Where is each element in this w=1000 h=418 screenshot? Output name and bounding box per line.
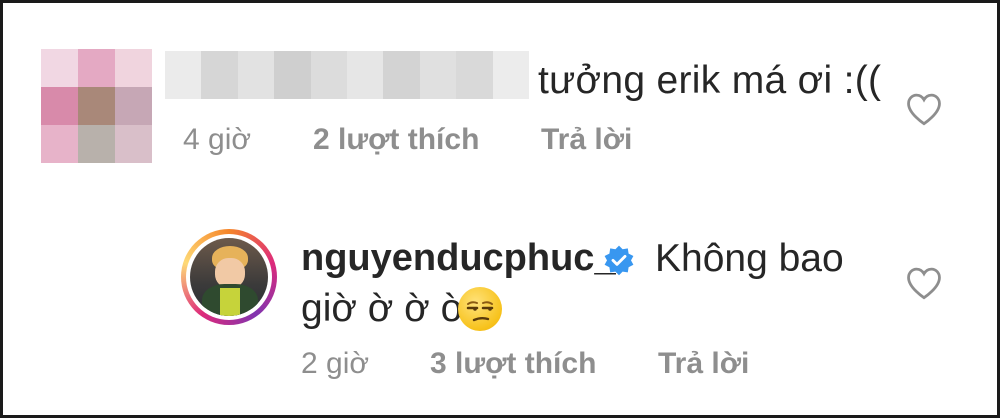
comment-thread: tưởng erik má ơi :(( 4 giờ 2 lượt thích … (0, 0, 1000, 418)
verified-badge-icon (604, 245, 634, 276)
comment-time: 4 giờ (183, 123, 252, 156)
comment-likes[interactable]: 2 lượt thích (313, 123, 479, 157)
reply-username[interactable]: nguyenducphuc_ (301, 237, 616, 280)
blurred-avatar[interactable] (41, 49, 152, 163)
reply-text-line-2: giờ ờ ờ ờ (301, 287, 467, 330)
reply-text-line-1: Không bao (655, 237, 844, 280)
reply-button[interactable]: Trả lời (541, 123, 632, 157)
heart-outline-icon[interactable] (905, 266, 943, 300)
reply-likes[interactable]: 3 lượt thích (430, 347, 596, 381)
reply-avatar[interactable] (181, 229, 277, 325)
comment-text: tưởng erik má ơi :(( (538, 59, 882, 102)
reply-time: 2 giờ (301, 347, 370, 380)
unamused-face-emoji (458, 287, 502, 331)
reply-reply-button[interactable]: Trả lời (658, 347, 749, 381)
heart-outline-icon[interactable] (905, 92, 943, 126)
blurred-username[interactable] (165, 51, 530, 99)
